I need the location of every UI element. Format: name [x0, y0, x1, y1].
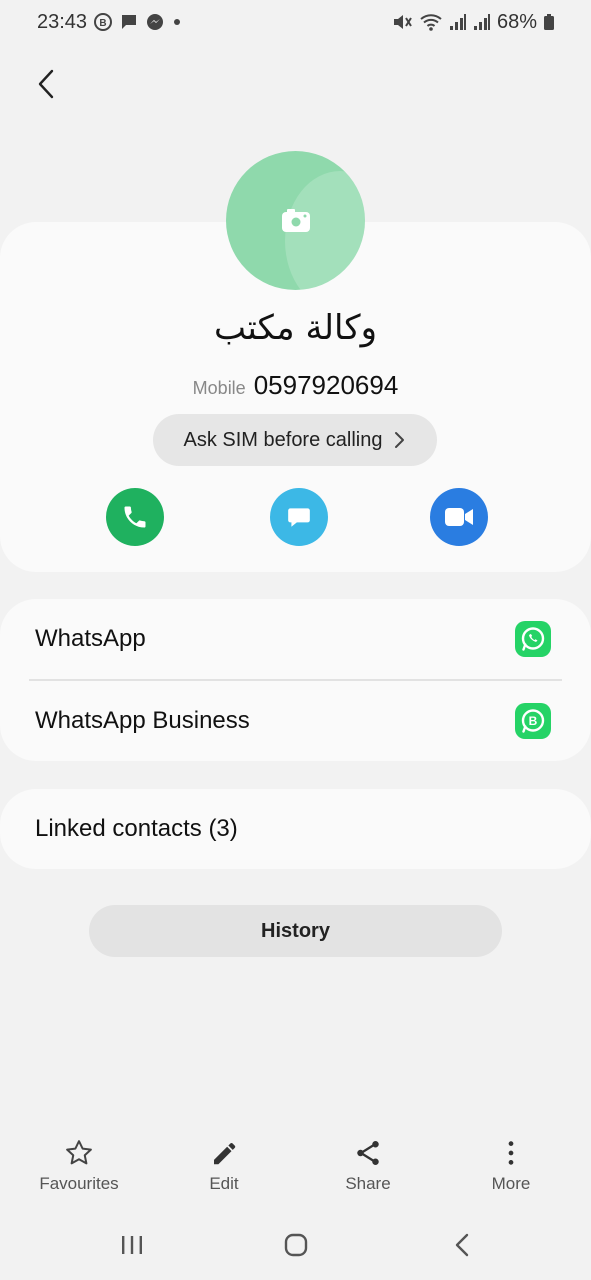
app-label-whatsapp-business: WhatsApp Business	[35, 707, 250, 734]
history-label: History	[261, 919, 330, 942]
home-icon	[284, 1233, 308, 1257]
pencil-icon	[214, 1143, 236, 1165]
apps-card: WhatsApp WhatsApp Business B	[0, 599, 591, 761]
whatsapp-business-icon: B	[515, 703, 551, 739]
chevron-right-icon	[395, 432, 405, 448]
call-button[interactable]	[106, 488, 164, 546]
status-right: 68%	[391, 11, 555, 34]
linked-contacts-row[interactable]: Linked contacts (3)	[0, 789, 591, 869]
system-nav-bar	[0, 1220, 591, 1270]
phone-icon	[124, 506, 146, 528]
bottom-action-bar: Favourites Edit Share More	[0, 1138, 591, 1208]
video-call-button[interactable]	[430, 488, 488, 546]
battery-icon	[543, 12, 555, 32]
star-icon	[66, 1140, 92, 1165]
history-button[interactable]: History	[89, 905, 502, 957]
video-camera-icon	[445, 508, 473, 526]
ask-sim-button[interactable]: Ask SIM before calling	[153, 414, 437, 466]
back-arrow-icon	[455, 1233, 469, 1257]
app-row-whatsapp-business[interactable]: WhatsApp Business B	[0, 681, 591, 761]
system-back-button[interactable]	[432, 1225, 492, 1265]
contact-name: وكالة مكتب	[214, 308, 377, 348]
recents-icon	[122, 1236, 142, 1254]
battery-percent: 68%	[496, 10, 537, 33]
wifi-icon	[419, 12, 443, 32]
favourites-button[interactable]: Favourites	[24, 1138, 134, 1208]
message-icon	[119, 12, 139, 32]
ask-sim-label: Ask SIM before calling	[183, 428, 383, 451]
more-vertical-icon	[508, 1141, 514, 1165]
chevron-left-icon	[38, 69, 54, 99]
home-button[interactable]	[266, 1225, 326, 1265]
share-label: Share	[345, 1174, 391, 1193]
status-bar: 23:43 B 68%	[0, 0, 591, 44]
phone-label: Mobile	[192, 378, 246, 398]
edit-label: Edit	[209, 1174, 239, 1193]
phone-number: 0597920694	[253, 370, 399, 400]
app-label-whatsapp: WhatsApp	[35, 625, 146, 652]
signal-icon	[473, 12, 491, 32]
back-button[interactable]	[28, 62, 64, 106]
app-row-whatsapp[interactable]: WhatsApp	[0, 599, 591, 679]
linked-contacts-label: Linked contacts (3)	[35, 815, 238, 842]
more-label: More	[491, 1174, 531, 1193]
status-time: 23:43	[37, 10, 88, 33]
share-button[interactable]: Share	[313, 1138, 423, 1208]
recents-button[interactable]	[102, 1225, 162, 1265]
chat-bubble-icon	[288, 508, 310, 527]
signal-icon	[449, 12, 467, 32]
edit-button[interactable]: Edit	[169, 1138, 279, 1208]
phone-row[interactable]: Mobile 0597920694	[0, 370, 591, 401]
more-button[interactable]: More	[456, 1138, 566, 1208]
business-badge-icon: B	[93, 12, 113, 32]
whatsapp-icon	[515, 621, 551, 657]
share-icon	[357, 1141, 379, 1165]
avatar[interactable]	[226, 151, 365, 290]
svg-text:B: B	[529, 714, 538, 728]
status-left: 23:43 B	[37, 11, 183, 34]
favourites-label: Favourites	[39, 1174, 119, 1193]
mute-icon	[391, 12, 413, 32]
dot-icon	[171, 12, 183, 32]
svg-text:B: B	[99, 18, 106, 29]
messenger-icon	[145, 12, 165, 32]
message-button[interactable]	[270, 488, 328, 546]
camera-icon	[281, 208, 310, 232]
